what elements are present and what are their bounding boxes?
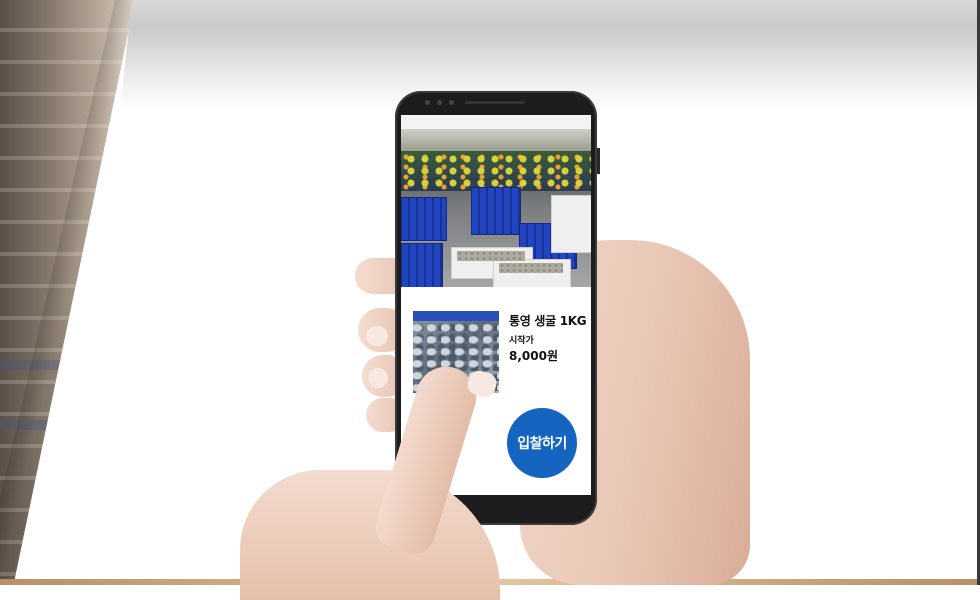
background-warehouse-strip (0, 0, 135, 585)
product-tray (413, 311, 499, 321)
photo-oysters (499, 263, 563, 273)
start-price-value: 8,000원 (509, 349, 558, 363)
fingernail (366, 326, 388, 346)
sensor-icon (449, 100, 454, 105)
photo-ceiling (401, 129, 591, 151)
photo-crate (471, 187, 521, 235)
photo-oysters (457, 251, 525, 261)
start-price-label: 시작가 (509, 336, 534, 346)
photo-foam-box (551, 195, 591, 253)
photo-crowd (401, 151, 591, 191)
speaker-grille (465, 101, 525, 104)
camera-icon (425, 100, 430, 105)
phone-top-bezel (395, 91, 597, 117)
fingernail (368, 368, 388, 388)
auction-hall-photo (401, 115, 591, 287)
bid-button[interactable]: 입찰하기 (507, 408, 577, 478)
sensor-icon (437, 100, 442, 105)
phone-side-button (597, 148, 600, 174)
photo-top-margin (401, 115, 591, 129)
photo-crate (401, 243, 443, 287)
photo-crate (401, 197, 447, 241)
product-name: 통영 생굴 1KG (509, 314, 587, 328)
